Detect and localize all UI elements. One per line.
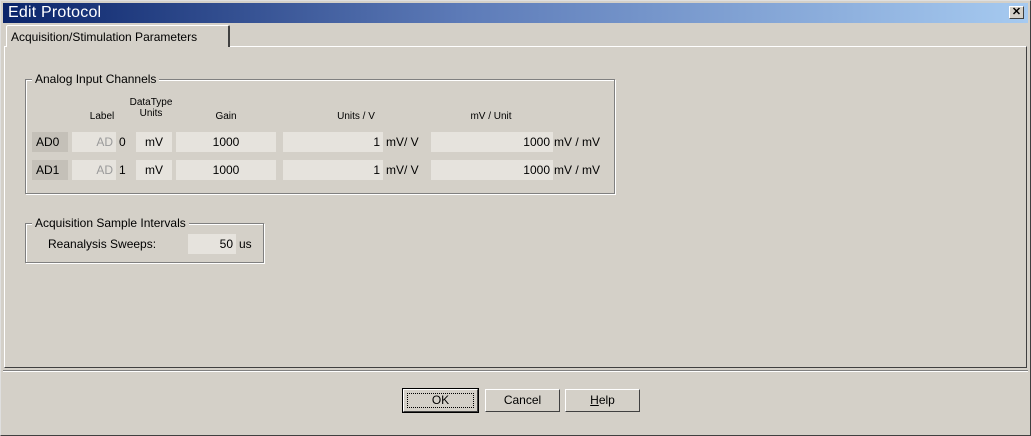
gain-field[interactable]: 1000 bbox=[176, 160, 276, 180]
units-per-v-field[interactable]: 1 bbox=[283, 132, 383, 152]
header-units: Units bbox=[139, 108, 163, 119]
header-gain: Gain bbox=[215, 111, 237, 122]
help-mnemonic: H bbox=[590, 393, 599, 407]
units-field[interactable]: mV bbox=[136, 160, 172, 180]
tab-label: Acquisition/Stimulation Parameters bbox=[11, 30, 198, 44]
analog-input-group-title: Analog Input Channels bbox=[32, 72, 160, 86]
mv-per-unit-unit: mV / mV bbox=[554, 135, 601, 149]
reanalysis-sweeps-label: Reanalysis Sweeps: bbox=[48, 237, 157, 251]
close-icon[interactable]: ✕ bbox=[1009, 6, 1024, 19]
footer-separator bbox=[3, 370, 1028, 372]
gain-field[interactable]: 1000 bbox=[176, 132, 276, 152]
window-title: Edit Protocol bbox=[8, 4, 102, 21]
tab-acquisition-stimulation[interactable]: Acquisition/Stimulation Parameters bbox=[6, 25, 230, 47]
label-prefix-field[interactable]: AD bbox=[72, 132, 116, 152]
mv-per-unit-unit: mV / mV bbox=[554, 163, 601, 177]
header-units-per-v: Units / V bbox=[337, 111, 375, 122]
channel-label: AD1 bbox=[32, 160, 68, 180]
edit-protocol-dialog: Edit Protocol ✕ Acquisition/Stimulation … bbox=[0, 0, 1031, 436]
header-label: Label bbox=[89, 111, 115, 122]
cancel-button-label: Cancel bbox=[503, 393, 542, 407]
sample-intervals-group: Acquisition Sample Intervals Reanalysis … bbox=[25, 216, 264, 263]
units-per-v-unit: mV/ V bbox=[386, 135, 419, 149]
help-button-label: elp bbox=[598, 393, 615, 407]
units-per-v-unit: mV/ V bbox=[386, 163, 419, 177]
ok-button[interactable]: OK bbox=[402, 388, 479, 413]
title-bar[interactable]: Edit Protocol ✕ bbox=[3, 3, 1028, 23]
label-number: 0 bbox=[119, 135, 126, 149]
analog-input-group: Analog Input Channels Label DataType Uni… bbox=[25, 72, 615, 194]
channel-label: AD0 bbox=[32, 132, 68, 152]
ok-button-label: OK bbox=[431, 393, 450, 407]
header-mv-per-unit: mV / Unit bbox=[470, 111, 512, 122]
header-datatype: DataType bbox=[129, 97, 173, 108]
help-button[interactable]: Help bbox=[565, 389, 640, 412]
units-field[interactable]: mV bbox=[136, 132, 172, 152]
sample-intervals-group-title: Acquisition Sample Intervals bbox=[32, 216, 189, 230]
reanalysis-sweeps-field[interactable]: 50 bbox=[188, 234, 236, 254]
label-number: 1 bbox=[119, 163, 126, 177]
units-per-v-field[interactable]: 1 bbox=[283, 160, 383, 180]
mv-per-unit-field[interactable]: 1000 bbox=[431, 160, 553, 180]
mv-per-unit-field[interactable]: 1000 bbox=[431, 132, 553, 152]
reanalysis-sweeps-unit: us bbox=[239, 237, 252, 251]
cancel-button[interactable]: Cancel bbox=[485, 389, 560, 412]
label-prefix-field[interactable]: AD bbox=[72, 160, 116, 180]
